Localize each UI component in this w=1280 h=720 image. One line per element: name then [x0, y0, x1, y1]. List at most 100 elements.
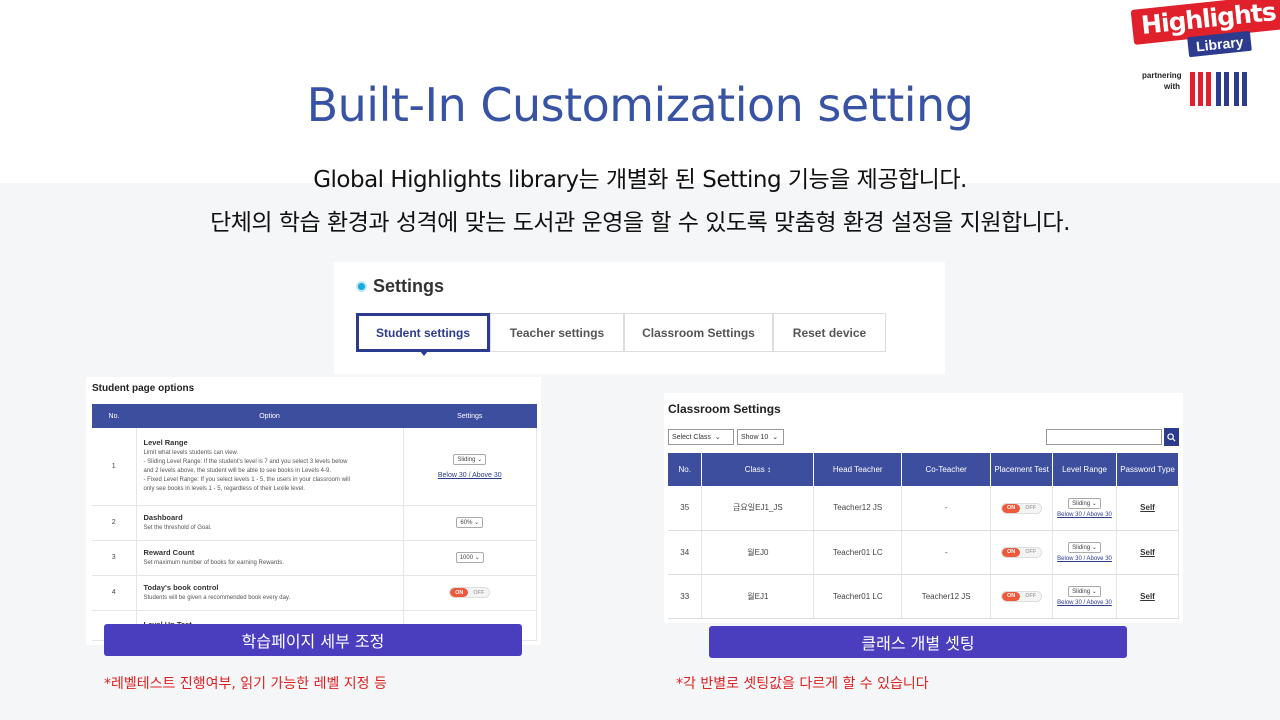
table-row: 35 금요일EJ1_JS Teacher12 JS - ON OFF Slidi… — [668, 486, 1180, 531]
student-page-note: *레벨테스트 진행여부, 읽기 가능한 레벨 지정 등 — [104, 676, 387, 692]
cell-head-teacher: Teacher01 LC — [813, 574, 903, 619]
column-header-option: Option — [136, 404, 403, 428]
cell-level-range: Sliding ⌄ Below 30 / Above 30 — [1052, 486, 1117, 531]
level-range-link[interactable]: Below 30 / Above 30 — [1053, 600, 1116, 606]
cell-password-type: Self — [1116, 486, 1180, 531]
chevron-down-icon: ⌄ — [474, 555, 480, 561]
chevron-down-icon: ⌄ — [474, 520, 480, 526]
cell-co-teacher: - — [901, 486, 992, 531]
password-type-link[interactable]: Self — [1140, 592, 1155, 601]
option-cell: Dashboard Set the threshold of Goal. — [136, 505, 404, 541]
table-row: 2 Dashboard Set the threshold of Goal. 6… — [92, 505, 537, 541]
option-description: Students will be given a recommended boo… — [143, 594, 291, 601]
option-description: and 2 levels above, the student will be … — [143, 468, 331, 475]
column-header-placement-test: Placement Test — [990, 453, 1054, 486]
placement-test-toggle[interactable]: ON OFF — [1000, 502, 1043, 514]
table-row: 4 Today's book control Students will be … — [92, 575, 537, 611]
todays-book-toggle[interactable]: ON OFF — [449, 587, 491, 598]
column-header-class[interactable]: Class ↕ — [701, 453, 815, 486]
cell-level-range: Sliding ⌄ Below 30 / Above 30 — [1052, 530, 1117, 575]
table-row: 34 월EJ0 Teacher01 LC - ON OFF Sliding ⌄ … — [668, 530, 1180, 575]
option-description: Limit what levels students can view. — [143, 450, 239, 457]
settings-cell: Sliding ⌄ Below 30 / Above 30 — [403, 428, 537, 506]
cell-class: 월EJ0 — [701, 530, 815, 575]
row-number: 2 — [92, 505, 137, 541]
column-header-level-range: Level Range — [1052, 453, 1117, 486]
search-icon — [1167, 432, 1176, 442]
row-number: 4 — [92, 575, 137, 611]
toggle-on-label: ON — [1001, 591, 1021, 601]
dashboard-goal-select[interactable]: 60% ⌄ — [456, 517, 484, 528]
level-range-link[interactable]: Below 30 / Above 30 — [1053, 556, 1116, 562]
placement-test-toggle[interactable]: ON OFF — [1000, 590, 1043, 602]
student-page-banner: 학습페이지 세부 조정 — [104, 624, 522, 656]
settings-cell: ON OFF — [403, 575, 537, 611]
cell-level-range: Sliding ⌄ Below 30 / Above 30 — [1052, 574, 1117, 619]
cell-no: 35 — [668, 486, 703, 531]
toggle-off-label: OFF — [1020, 591, 1042, 601]
password-type-link[interactable]: Self — [1140, 503, 1155, 512]
tab-teacher-settings[interactable]: Teacher settings — [490, 313, 624, 352]
level-range-link[interactable]: Below 30 / Above 30 — [1053, 512, 1116, 518]
level-range-select[interactable]: Sliding ⌄ — [1068, 542, 1101, 553]
chevron-down-icon: ⌄ — [714, 434, 721, 441]
student-page-options-panel: Student page options No. Option Settings… — [86, 377, 541, 645]
option-name: Today's book control — [143, 582, 219, 592]
cell-password-type: Self — [1116, 530, 1180, 575]
chevron-down-icon: ⌄ — [772, 434, 779, 441]
classroom-note: *각 반별로 셋팅값을 다르게 할 수 있습니다 — [676, 676, 929, 692]
option-name: Dashboard — [143, 512, 183, 522]
toggle-off-label: OFF — [1020, 547, 1042, 557]
option-cell: Level Range Limit what levels students c… — [136, 428, 404, 506]
chevron-down-icon: ⌄ — [477, 456, 483, 463]
tab-classroom-settings[interactable]: Classroom Settings — [624, 313, 773, 352]
level-range-select[interactable]: Sliding ⌄ — [1068, 497, 1101, 509]
settings-heading-text: Settings — [373, 276, 445, 296]
placement-test-toggle[interactable]: ON OFF — [1000, 546, 1043, 558]
row-number: 1 — [92, 428, 137, 506]
tab-student-settings[interactable]: Student settings — [356, 313, 490, 352]
classroom-settings-panel: Classroom Settings Select Class ⌄ Show 10… — [664, 393, 1183, 623]
cell-placement-test: ON OFF — [990, 574, 1054, 619]
classroom-table: No. Class ↕ Head Teacher Co-Teacher Plac… — [668, 453, 1180, 619]
student-options-table: No. Option Settings 1 Level Range Limit … — [92, 404, 537, 641]
search-button[interactable] — [1164, 428, 1179, 446]
cell-head-teacher: Teacher01 LC — [813, 530, 903, 575]
password-type-link[interactable]: Self — [1140, 548, 1155, 557]
option-cell: Today's book control Students will be gi… — [136, 575, 404, 611]
column-header-co-teacher: Co-Teacher — [901, 453, 992, 486]
cell-co-teacher: Teacher12 JS — [901, 574, 992, 619]
table-row: 33 월EJ1 Teacher01 LC Teacher12 JS ON OFF… — [668, 574, 1180, 619]
cell-placement-test: ON OFF — [990, 486, 1054, 531]
settings-tabs: Student settings Teacher settings Classr… — [356, 313, 886, 352]
cell-class: 금요일EJ1_JS — [701, 486, 815, 531]
reward-count-select[interactable]: 1000 ⌄ — [455, 552, 484, 563]
classroom-banner: 클래스 개별 셋팅 — [709, 626, 1127, 658]
option-name: Level Range — [143, 438, 188, 448]
student-page-options-title: Student page options — [92, 383, 195, 394]
chevron-down-icon: ⌄ — [1091, 545, 1097, 551]
level-range-select[interactable]: Sliding ⌄ — [453, 453, 487, 465]
table-row: 3 Reward Count Set maximum number of boo… — [92, 540, 537, 576]
option-cell: Reward Count Set maximum number of books… — [136, 540, 404, 576]
select-class-dropdown[interactable]: Select Class ⌄ — [668, 429, 734, 445]
option-description: Set the threshold of Goal. — [143, 524, 212, 531]
search-input[interactable] — [1046, 429, 1162, 445]
level-range-select[interactable]: Sliding ⌄ — [1068, 586, 1101, 597]
cell-no: 33 — [668, 574, 703, 619]
classroom-settings-title: Classroom Settings — [668, 402, 781, 416]
subtitle-line-1: Global Highlights library는 개별화 된 Setting… — [313, 167, 967, 193]
cell-placement-test: ON OFF — [990, 530, 1054, 575]
settings-panel: Settings Student settings Teacher settin… — [334, 262, 945, 374]
option-description: - Sliding Level Range: If the student's … — [143, 459, 348, 466]
settings-cell: 60% ⌄ — [403, 505, 537, 541]
settings-cell: 1000 ⌄ — [403, 540, 537, 576]
bullet-icon — [356, 281, 367, 292]
show-count-dropdown[interactable]: Show 10 ⌄ — [737, 429, 784, 445]
column-header-settings: Settings — [403, 404, 537, 428]
column-header-no: No. — [92, 404, 136, 428]
level-range-link[interactable]: Below 30 / Above 30 — [404, 472, 537, 479]
subtitle-line-2: 단체의 학습 환경과 성격에 맞는 도서관 운영을 할 수 있도록 맞춤형 환경… — [210, 210, 1070, 236]
option-description: Set maximum number of books for earning … — [143, 559, 284, 566]
tab-reset-device[interactable]: Reset device — [773, 313, 886, 352]
